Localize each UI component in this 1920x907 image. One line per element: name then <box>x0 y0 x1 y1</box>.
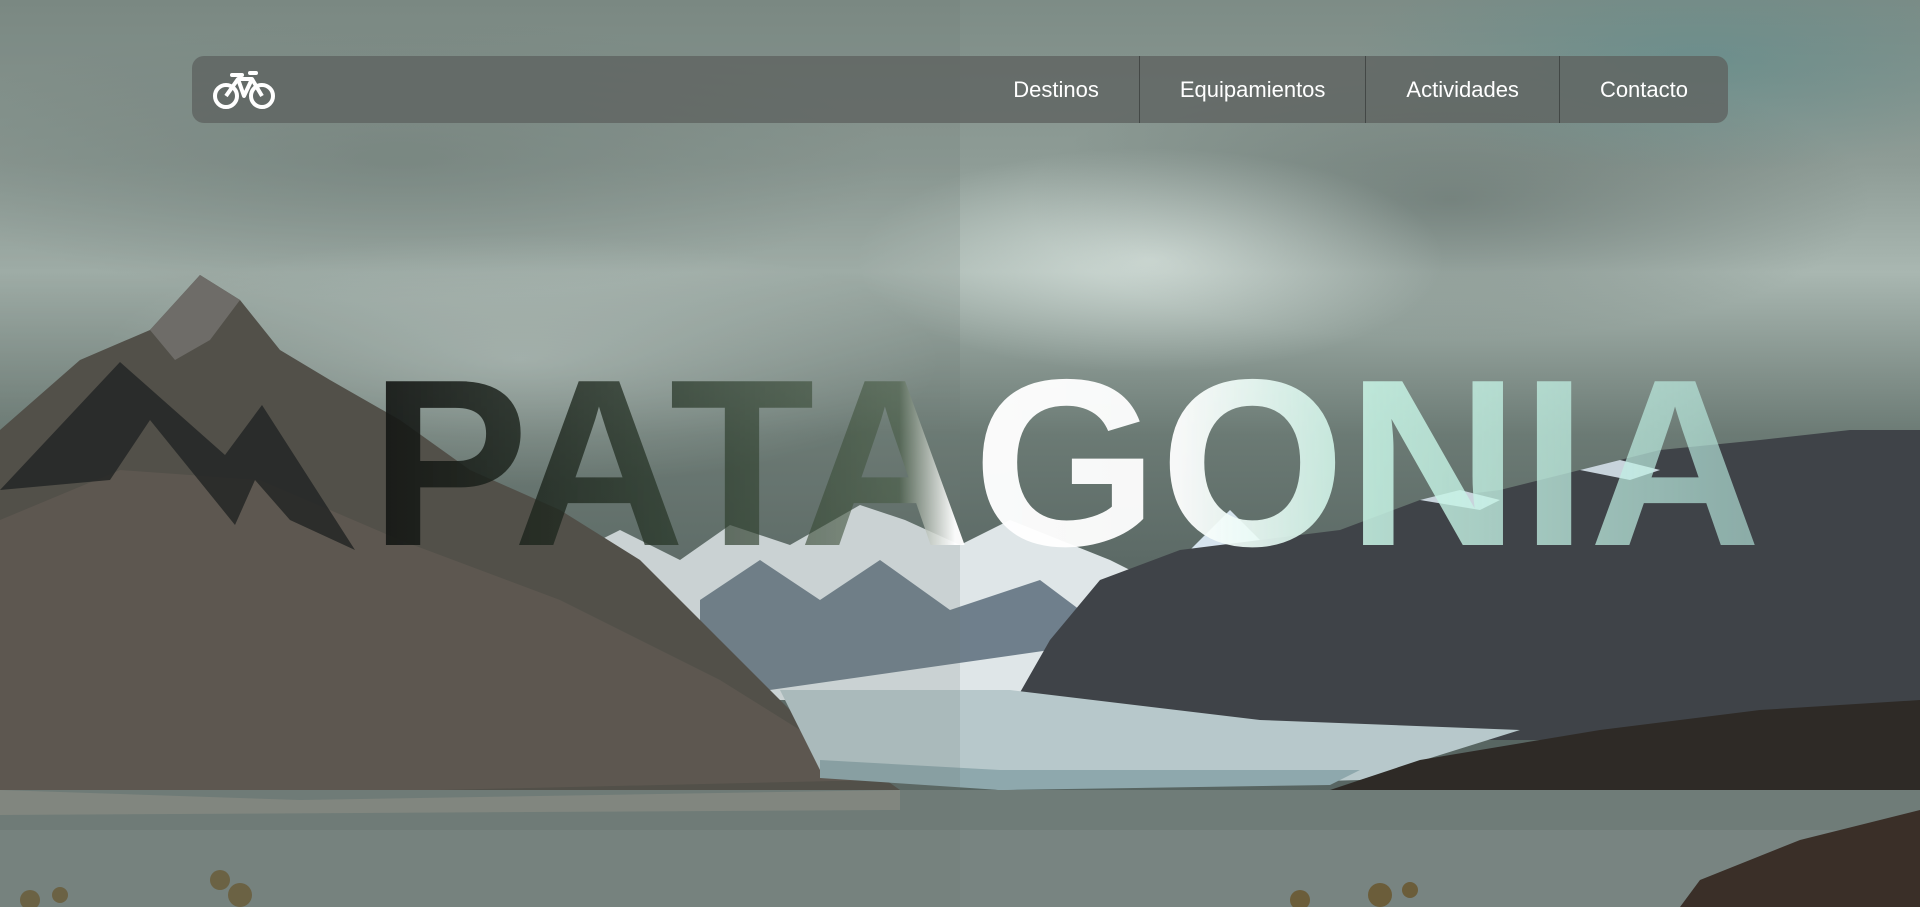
top-navbar: Destinos Equipamientos Actividades Conta… <box>192 56 1728 123</box>
bicycle-icon <box>213 70 275 109</box>
hero-section: PATAGONIA Destinos Equipamientos Activid… <box>0 0 1920 907</box>
nav-item-contacto[interactable]: Contacto <box>1558 56 1728 123</box>
nav-item-destinos[interactable]: Destinos <box>973 56 1139 123</box>
nav-item-equipamientos[interactable]: Equipamientos <box>1138 56 1366 123</box>
nav-item-actividades[interactable]: Actividades <box>1365 56 1559 123</box>
logo-link[interactable] <box>212 69 276 111</box>
nav-menu: Destinos Equipamientos Actividades Conta… <box>973 56 1728 123</box>
hero-title: PATAGONIA <box>370 331 1764 596</box>
